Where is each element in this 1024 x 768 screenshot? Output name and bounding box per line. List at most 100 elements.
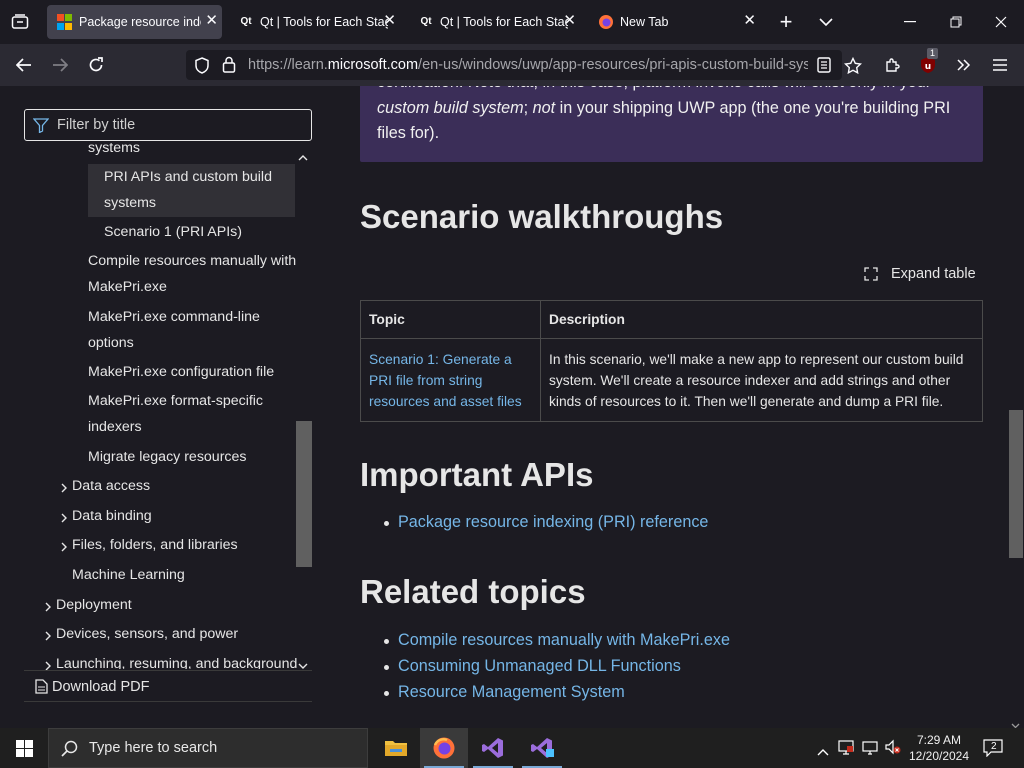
resource-management-link[interactable]: Resource Management System [384,683,730,709]
reload-icon[interactable] [81,50,111,80]
close-tab-icon[interactable]: ✕ [563,13,576,29]
toc-scroll-up-icon[interactable] [298,150,308,164]
tab-title: Package resource indexing [79,15,201,29]
notifications-icon[interactable]: 2 [983,739,1003,762]
microsoft-logo-icon [57,14,73,30]
overflow-chevrons-icon[interactable] [949,50,979,80]
lock-icon[interactable] [222,56,236,78]
page-scrollbar-thumb[interactable] [1009,410,1023,558]
back-arrow-icon[interactable] [9,50,39,80]
windows-taskbar: Type here to search 7:29 AM 12/20/2024 2 [0,728,1024,768]
toc-item-devices-sensors-power[interactable]: Devices, sensors, and power [56,622,238,648]
page-scrollbar[interactable] [1007,86,1024,713]
tab-new-tab[interactable]: New Tab ✕ [588,5,760,39]
extension-badge: 1 [927,48,939,59]
toc-item-deployment[interactable]: Deployment [56,593,132,619]
chevron-right-icon[interactable] [61,512,68,526]
toc-label: indexers [88,418,142,435]
download-pdf-button[interactable]: Download PDF [24,670,312,702]
network-icon[interactable] [838,739,854,760]
ublock-origin-icon[interactable]: u 1 [913,48,943,80]
chevron-right-icon[interactable] [61,541,68,555]
volume-muted-icon[interactable] [885,739,901,760]
bookmark-star-icon[interactable] [838,50,868,80]
toc-label: options [88,334,134,351]
visual-studio-preview-icon[interactable] [518,728,566,768]
new-tab-plus-icon[interactable]: + [771,7,801,37]
note-line-2: custom build system; not in your shippin… [377,99,951,117]
qt-logo-icon: Qt [240,16,252,27]
download-pdf-label: Download PDF [52,679,150,695]
tab-strip: Package resource indexing ✕ Qt Qt | Tool… [0,0,1024,44]
tab-qt-tools-1[interactable]: Qt Qt | Tools for Each Stage ✕ [228,5,400,39]
compile-resources-link[interactable]: Compile resources manually with MakePri.… [384,631,730,657]
toc-label: Compile resources manually with [88,253,297,269]
show-hidden-icons-chevron-icon[interactable] [817,743,829,761]
visual-studio-icon[interactable] [469,728,517,768]
reader-view-icon[interactable] [817,57,831,78]
chevron-right-icon[interactable] [45,601,52,615]
notification-count: 2 [991,741,997,752]
article-content: certification. Note that, in this case, … [340,86,1024,713]
address-bar[interactable]: https://learn.microsoft.com/en-us/window… [186,50,842,80]
toc-label: systems [104,194,157,211]
toc-item-migrate-legacy[interactable]: Migrate legacy resources [88,445,247,471]
toc-item-launching-resuming-background[interactable]: Launching, resuming, and background [56,652,297,669]
pdf-document-icon [35,679,48,698]
forward-arrow-icon[interactable] [45,50,75,80]
scenario-1-link[interactable]: Scenario 1: Generate a PRI file from str… [360,338,541,422]
hamburger-menu-icon[interactable] [985,50,1015,80]
tab-package-resource-indexing[interactable]: Package resource indexing ✕ [47,5,222,39]
toc-item-systems-parent[interactable]: systems [88,136,140,156]
restore-icon[interactable] [941,7,971,37]
extensions-puzzle-icon[interactable] [877,50,907,80]
close-tab-icon[interactable]: ✕ [205,13,218,29]
expand-icon [864,267,878,285]
close-tab-icon[interactable]: ✕ [383,13,396,29]
shield-icon[interactable] [194,57,210,79]
close-tab-icon[interactable]: ✕ [743,13,756,29]
display-icon[interactable] [862,739,878,760]
expand-table-label: Expand table [891,266,976,282]
firefox-taskbar-icon[interactable] [420,728,468,768]
taskbar-search-box[interactable]: Type here to search [48,728,368,768]
toc-item-makepri-format-indexers[interactable]: MakePri.exe format-specific indexers [88,389,263,440]
toc-item-data-access[interactable]: Data access [72,474,150,500]
toc-item-machine-learning[interactable]: Machine Learning [72,563,185,589]
note-line-1: certification. Note that, in this case, … [377,86,966,96]
note-callout: certification. Note that, in this case, … [360,86,983,162]
system-clock[interactable]: 7:29 AM 12/20/2024 [904,732,974,764]
toc-item-files-folders-libraries[interactable]: Files, folders, and libraries [72,533,238,559]
unmanaged-dll-link[interactable]: Consuming Unmanaged DLL Functions [384,657,730,683]
chevron-right-icon[interactable] [61,482,68,496]
important-apis-list: Package resource indexing (PRI) referenc… [383,513,708,539]
scenario-walkthroughs-heading: Scenario walkthroughs [360,198,724,235]
file-explorer-icon[interactable] [372,728,420,768]
search-icon [61,740,78,762]
filter-by-title-input[interactable]: Filter by title [24,109,312,141]
chevron-right-icon[interactable] [45,630,52,644]
toc-item-scenario-1[interactable]: Scenario 1 (PRI APIs) [104,220,242,246]
close-window-icon[interactable] [986,7,1016,37]
scenario-1-description: In this scenario, we'll make a new app t… [540,338,983,422]
toc-item-makepri-command-line[interactable]: MakePri.exe command-line options [88,305,260,356]
toc-sidebar: Filter by title systems PRI APIs and cus… [0,86,340,713]
column-header-topic: Topic [360,300,541,339]
filter-funnel-icon [32,118,50,138]
navigation-toolbar: https://learn.microsoft.com/en-us/window… [0,44,1024,86]
toc-item-pri-apis-custom-build[interactable]: PRI APIs and custom build systems [88,164,295,217]
url-text[interactable]: https://learn.microsoft.com/en-us/window… [248,57,808,73]
tab-overview-icon[interactable] [5,7,35,37]
column-header-description: Description [540,300,983,339]
toc-scrollbar-thumb[interactable] [296,421,312,567]
toc-item-compile-resources-manually[interactable]: Compile resources manually with MakePri.… [88,249,296,300]
toc-item-data-binding[interactable]: Data binding [72,504,152,530]
list-all-tabs-chevron-icon[interactable] [811,7,841,37]
toc-item-makepri-config-file[interactable]: MakePri.exe configuration file [88,360,274,386]
pri-reference-link[interactable]: Package resource indexing (PRI) referenc… [383,513,708,539]
windows-start-icon[interactable] [0,728,48,768]
minimize-icon[interactable] [895,7,925,37]
tab-qt-tools-2[interactable]: Qt Qt | Tools for Each Stage ✕ [408,5,580,39]
tab-title: Qt | Tools for Each Stage [440,15,568,29]
toc-label: MakePri.exe format-specific [88,393,264,409]
